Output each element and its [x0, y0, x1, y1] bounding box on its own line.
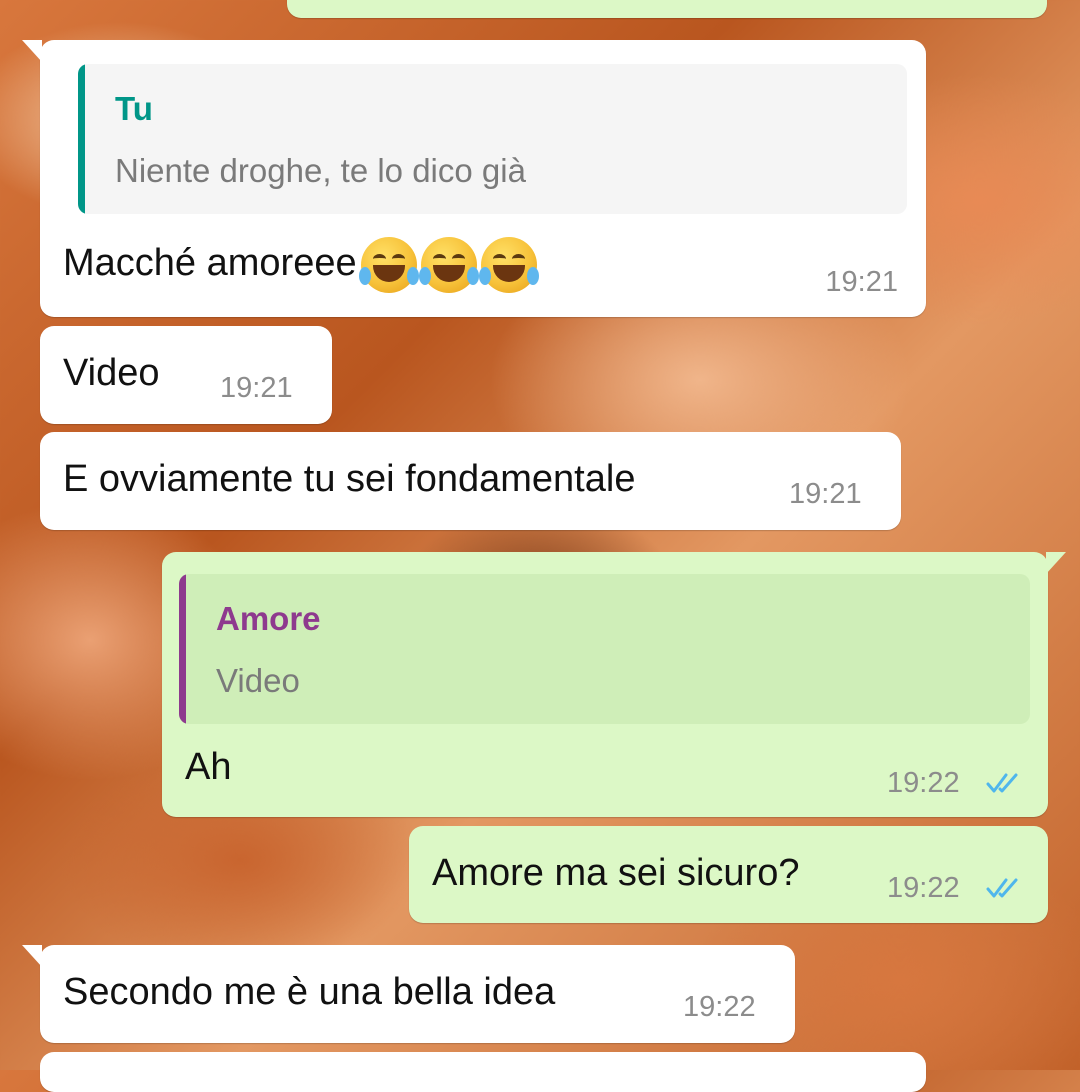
message-bubble-outgoing-partial[interactable] — [287, 0, 1047, 18]
message-timestamp: 19:21 — [789, 478, 862, 510]
tears-of-joy-emoji-icon — [478, 237, 539, 293]
message-text: Ah — [185, 746, 232, 788]
message-text: Video — [63, 352, 160, 394]
quote-text: Video — [216, 662, 300, 699]
message-bubble-incoming-partial[interactable] — [40, 1052, 926, 1092]
read-receipt-icon — [986, 878, 1018, 898]
message-timestamp: 19:21 — [825, 266, 898, 298]
quote-accent-bar — [78, 64, 85, 214]
quoted-message[interactable]: Tu Niente droghe, te lo dico già — [78, 64, 907, 214]
message-bubble-outgoing[interactable]: Amore Video Ah 19:22 — [162, 552, 1066, 817]
message-text: E ovviamente tu sei fondamentale — [63, 458, 636, 500]
message-timestamp: 19:22 — [887, 767, 960, 799]
message-text: Secondo me è una bella idea — [63, 971, 556, 1013]
message-timestamp: 19:22 — [887, 872, 960, 904]
message-bubble-outgoing[interactable]: Amore ma sei sicuro? 19:22 — [409, 826, 1048, 923]
quote-text: Niente droghe, te lo dico già — [115, 152, 526, 189]
quoted-message[interactable]: Amore Video — [179, 574, 1030, 724]
message-timestamp: 19:22 — [683, 991, 756, 1023]
quote-author: Amore — [216, 600, 321, 637]
message-text: Amore ma sei sicuro? — [432, 852, 800, 894]
message-bubble-incoming[interactable]: Tu Niente droghe, te lo dico già Macché … — [22, 40, 926, 317]
tears-of-joy-emoji-icon — [358, 237, 419, 293]
message-bubble-incoming[interactable]: E ovviamente tu sei fondamentale 19:21 — [40, 432, 901, 530]
quote-author: Tu — [115, 90, 153, 127]
message-bubble-incoming[interactable]: Video 19:21 — [40, 326, 332, 424]
read-receipt-icon — [986, 773, 1018, 793]
quote-accent-bar — [179, 574, 186, 724]
message-text: Macché amoreee — [63, 237, 539, 293]
tears-of-joy-emoji-icon — [418, 237, 479, 293]
message-text-content: Macché amoreee — [63, 242, 357, 285]
message-timestamp: 19:21 — [220, 372, 293, 404]
message-bubble-incoming[interactable]: Secondo me è una bella idea 19:22 — [22, 945, 795, 1043]
